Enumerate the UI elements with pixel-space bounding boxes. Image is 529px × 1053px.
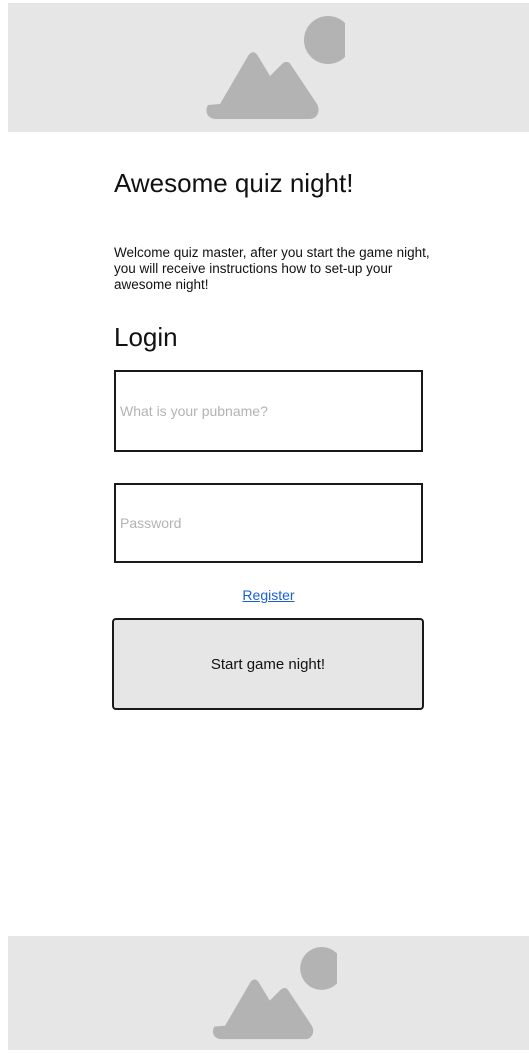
register-link[interactable]: Register <box>114 586 423 604</box>
header-image-placeholder <box>8 3 529 132</box>
image-placeholder-icon <box>212 947 337 1040</box>
start-game-night-button[interactable]: Start game night! <box>112 618 424 710</box>
page-title: Awesome quiz night! <box>114 168 354 198</box>
footer-image-placeholder <box>8 936 529 1050</box>
login-heading: Login <box>114 322 178 352</box>
image-placeholder-icon <box>206 16 345 119</box>
password-input[interactable] <box>114 483 423 563</box>
intro-text: Welcome quiz master, after you start the… <box>114 245 430 292</box>
pubname-input[interactable] <box>114 370 423 452</box>
